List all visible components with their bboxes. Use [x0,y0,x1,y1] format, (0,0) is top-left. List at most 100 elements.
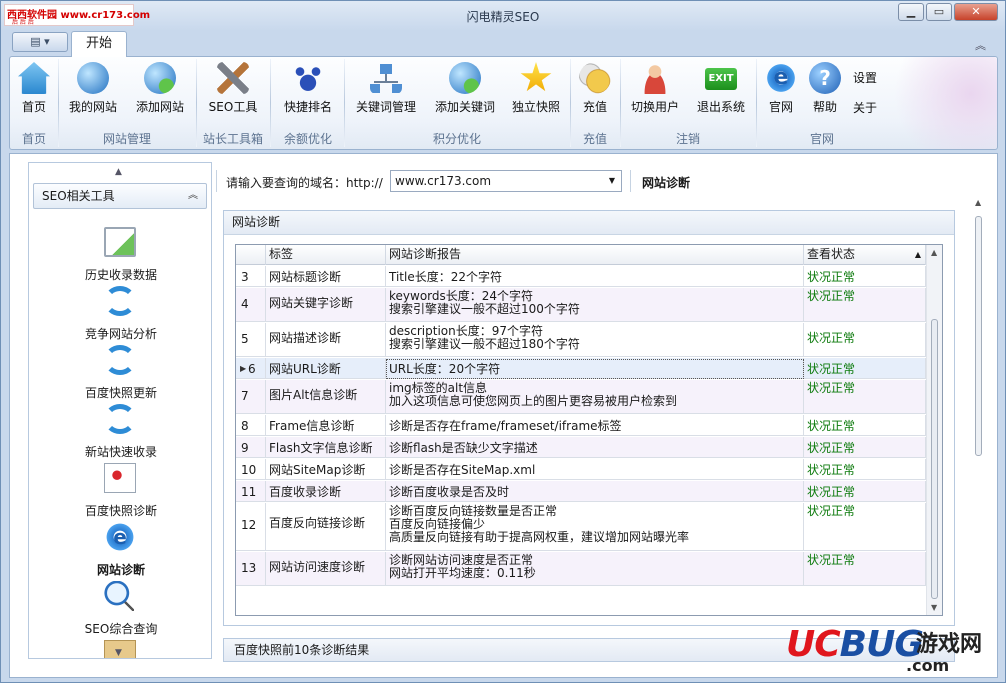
table-scroll-thumb[interactable] [931,319,938,599]
scroll-up-icon[interactable]: ▲ [931,248,937,257]
sidebar-scroll-up-icon[interactable]: ▲ [115,167,122,177]
sidebar-item-label: 网站诊断 [96,563,145,577]
table-row-selected[interactable]: 6 ▶ 网站URL诊断 URL长度：20个字符 状况正常 [236,358,926,379]
exit-button[interactable]: EXIT 退出系统 [690,60,752,130]
chevron-down-icon[interactable]: ▼ [603,171,621,191]
keyword-manage-button[interactable]: 关键词管理 [348,60,424,130]
table-row[interactable]: 8 Frame信息诊断 诊断是否存在frame/frameset/iframe标… [236,415,926,436]
help-button[interactable]: ? 帮助 [806,60,844,130]
official-site-button[interactable]: e 官网 [762,60,800,130]
sidebar-item-site-diagnosis[interactable]: e 网站诊断 [29,522,213,580]
seo-tools-label: SEO工具 [208,100,258,114]
table-row[interactable]: 7 图片Alt信息诊断 img标签的alt信息 加入这项信息可使您网页上的图片更容… [236,380,926,414]
app-menu-button[interactable]: ▤ ▾ [12,32,68,52]
ribbon: 首页 我的网站 添加网站 SEO工具 快捷排名 关键词管理 添加关键词 独立快照… [9,56,998,150]
about-button[interactable]: 关于 [853,99,877,116]
refresh-icon [104,286,136,316]
exit-label: 退出系统 [696,100,745,114]
recharge-button[interactable]: 充值 [574,60,616,130]
row-status: 状况正常 [804,459,926,479]
tab-start[interactable]: 开始 [71,31,127,57]
group-label-toolbox: 站长工具箱 [202,132,263,146]
my-sites-label: 我的网站 [68,100,117,114]
panel-title: 网站诊断 [224,211,954,235]
ie-icon: e [104,522,136,552]
sidebar-item-label: 竞争网站分析 [84,327,157,341]
add-keyword-button[interactable]: 添加关键词 [428,60,502,130]
sidebar-item-fast-index[interactable]: 新站快速收录 [29,404,213,462]
sidebar-scroll-down-icon[interactable]: ▼ [115,648,122,658]
report-line: 诊断是否存在SiteMap.xml [389,463,536,477]
sidebar-item-seo-query[interactable]: SEO综合查询 [29,581,213,639]
row-tag: 网站URL诊断 [266,358,386,378]
scroll-up-icon[interactable]: ▲ [975,198,981,207]
row-number: 5 [236,323,266,356]
settings-button[interactable]: 设置 [853,69,877,86]
table-row[interactable]: 10 网站SiteMap诊断 诊断是否存在SiteMap.xml 状况正常 [236,459,926,480]
column-header-report[interactable]: 网站诊断报告 [386,245,804,265]
main-scrollbar[interactable]: ▲ [972,196,986,666]
refresh-icon [104,404,136,434]
column-header-status[interactable]: 查看状态 ▲ [804,245,926,265]
row-number: 4 [236,288,266,321]
domain-value: www.cr173.com [395,174,492,188]
minimize-button[interactable]: ▁ [898,3,924,21]
globe-add-icon [144,62,176,94]
content-area: ▲ SEO相关工具 ︽ 历史收录数据 竞争网站分析 百度快照更新 新站快速收录 [9,153,998,678]
table-row[interactable]: 13 网站访问速度诊断 诊断网站访问速度是否正常 网站打开平均速度：0.11秒 状… [236,552,926,586]
chart-check-icon [104,227,136,257]
diagnosis-table[interactable]: 标签 网站诊断报告 查看状态 ▲ 3 网站标题诊断 Title长度：22个字符 状… [235,244,943,616]
home-button[interactable]: 首页 [12,60,56,130]
snapshot-label: 独立快照 [511,100,560,114]
row-tag: 图片Alt信息诊断 [266,380,386,413]
group-label-home: 首页 [21,132,46,146]
table-row[interactable]: 5 网站描述诊断 description长度：97个字符 搜索引擎建议一般不超过1… [236,323,926,357]
table-scrollbar[interactable]: ▲ ▼ [926,245,942,615]
table-row[interactable]: 9 Flash文字信息诊断 诊断flash是否缺少文字描述 状况正常 [236,437,926,458]
row-tag: 网站描述诊断 [266,323,386,356]
row-tag: Frame信息诊断 [266,415,386,435]
report-line: 诊断flash是否缺少文字描述 [389,441,538,455]
table-row[interactable]: 12 百度反向链接诊断 诊断百度反向链接数量是否正常 百度反向链接偏少 高质量反向链… [236,503,926,551]
ribbon-collapse-icon[interactable]: ︽ [975,37,986,53]
scroll-down-icon[interactable]: ▼ [931,603,937,612]
my-sites-button[interactable]: 我的网站 [62,60,124,130]
star-icon [520,62,552,92]
add-site-label: 添加网站 [135,100,184,114]
row-status: 状况正常 [804,288,926,321]
sidebar-header[interactable]: SEO相关工具 ︽ [33,183,207,209]
switch-user-button[interactable]: 切换用户 [624,60,686,130]
sidebar-item-competitor[interactable]: 竞争网站分析 [29,286,213,344]
recharge-label: 充值 [582,100,607,114]
column-header-tag[interactable]: 标签 [266,245,386,265]
domain-input[interactable]: www.cr173.com ▼ [390,170,622,192]
close-button[interactable]: ✕ [954,3,998,21]
group-label-site-manage: 网站管理 [102,132,151,146]
sidebar-item-snapshot-update[interactable]: 百度快照更新 [29,345,213,403]
row-number: 11 [236,481,266,501]
ribbon-separator [620,59,621,147]
sidebar-item-snapshot-diagnosis[interactable]: 百度快照诊断 [29,463,213,521]
table-row[interactable]: 3 网站标题诊断 Title长度：22个字符 状况正常 [236,266,926,287]
watermark-domain: .com [906,656,950,675]
watermark-brand: UCBUG [786,624,924,665]
row-report: description长度：97个字符 搜索引擎建议一般不超过180个字符 [386,323,804,356]
sort-up-icon: ▲ [914,250,921,259]
add-site-button[interactable]: 添加网站 [128,60,192,130]
table-row[interactable]: 4 网站关键字诊断 keywords长度：24个字符 搜索引擎建议一般不超过100… [236,288,926,322]
table-row[interactable]: 11 百度收录诊断 诊断百度收录是否及时 状况正常 [236,481,926,502]
watermark-brand-a: UC [786,624,841,665]
cell-focus-box [386,359,804,379]
quick-rank-button[interactable]: 快捷排名 [274,60,342,130]
row-status: 状况正常 [804,323,926,356]
ribbon-decoration [867,57,997,149]
main-panel: 请输入要查询的域名：http:// www.cr173.com ▼ 网站诊断 网… [214,162,987,672]
main-scroll-thumb[interactable] [975,216,982,456]
sidebar-item-history[interactable]: 历史收录数据 [29,227,213,285]
row-tag: 百度收录诊断 [266,481,386,501]
maximize-button[interactable]: ▭ [926,3,952,21]
report-line: 诊断百度收录是否及时 [389,485,510,499]
seo-tools-button[interactable]: SEO工具 [200,60,266,130]
snapshot-button[interactable]: 独立快照 [506,60,566,130]
row-status: 状况正常 [804,481,926,501]
